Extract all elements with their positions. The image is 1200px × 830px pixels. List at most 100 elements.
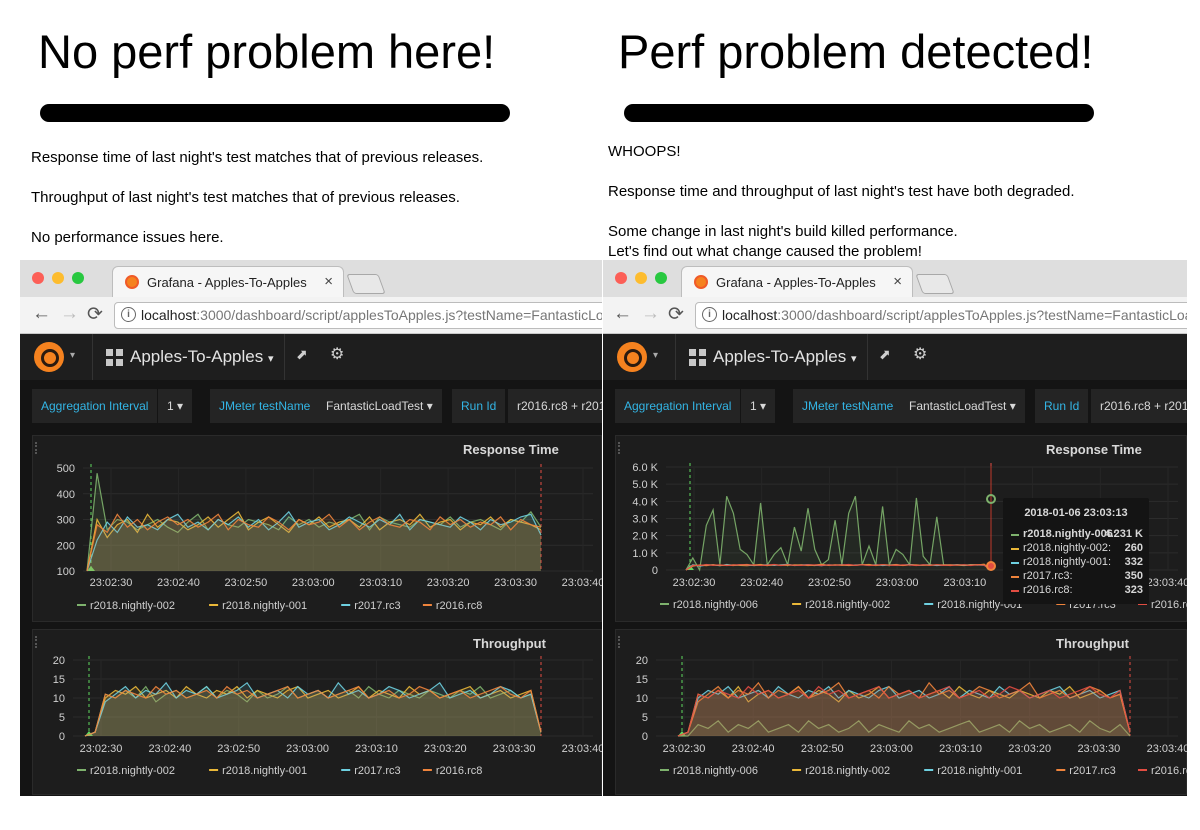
- tooltip-row: r2017.rc3: 350: [1011, 570, 1143, 584]
- y-tick-label: 3.0 K: [632, 514, 658, 526]
- navbar-divider: [92, 334, 93, 380]
- minimize-window-icon[interactable]: [52, 272, 64, 284]
- y-tick-label: 5.0 K: [632, 479, 658, 491]
- back-icon[interactable]: ←: [613, 303, 632, 325]
- back-icon[interactable]: ←: [32, 303, 51, 325]
- jmeter-testname-select[interactable]: FantasticLoadTest ▾: [900, 389, 1025, 423]
- throughput-panel: Throughput 20 15 10 5 0 23:02:30 23:02:40 23:02…: [615, 629, 1187, 795]
- x-tick-label: 23:02:50: [224, 577, 267, 589]
- dashboard-title[interactable]: Apples-To-Apples ▾: [130, 347, 274, 367]
- navbar-divider: [675, 334, 676, 380]
- browser-tab[interactable]: Grafana - Apples-To-Apples ×: [681, 266, 913, 298]
- info-icon[interactable]: i: [121, 307, 136, 322]
- legend-swatch: [341, 604, 351, 606]
- x-tick-label: 23:03:00: [286, 743, 329, 755]
- legend-item-label: r2017.rc3: [354, 600, 400, 612]
- dashboard-grid-icon[interactable]: [689, 349, 706, 366]
- browser-tab[interactable]: Grafana - Apples-To-Apples ×: [112, 266, 344, 298]
- maximize-window-icon[interactable]: [655, 272, 667, 284]
- legend-swatch: [660, 603, 669, 605]
- throughput-chart: 20 15 10 5 0 23:02:30 23:02:40 23:02:50 23:03:00…: [636, 655, 1187, 777]
- legend-item-label: r2018.nightly-002: [90, 765, 175, 777]
- legend-swatch: [1138, 769, 1147, 771]
- tooltip-time: 2018-01-06 23:03:13: [1024, 507, 1128, 519]
- forward-icon[interactable]: →: [641, 303, 660, 325]
- dashboard-title-text: Apples-To-Apples: [130, 347, 264, 366]
- left-browser-window: Grafana - Apples-To-Apples × ← → ⟳ i loc…: [20, 260, 602, 796]
- dashboard-grid-icon[interactable]: [106, 349, 123, 366]
- close-window-icon[interactable]: [615, 272, 627, 284]
- x-tick-label: 23:02:30: [90, 577, 133, 589]
- legend-item-label: r2016.rc8: [1151, 599, 1187, 611]
- hover-point-marker: [986, 561, 996, 571]
- x-tick-label: 23:03:00: [870, 743, 913, 755]
- close-window-icon[interactable]: [32, 272, 44, 284]
- x-tick-label: 23:02:30: [663, 743, 706, 755]
- gear-icon[interactable]: ⚙: [330, 344, 344, 364]
- minimize-window-icon[interactable]: [635, 272, 647, 284]
- tooltip-series-value: 350: [1124, 570, 1143, 582]
- aggregation-interval-select[interactable]: 1 ▾: [741, 389, 776, 423]
- url-field[interactable]: i localhost:3000/dashboard/script/apples…: [695, 302, 1187, 329]
- aggregation-interval-select[interactable]: 1 ▾: [158, 389, 193, 423]
- share-icon[interactable]: ⬈: [879, 346, 891, 363]
- legend-item-label: r2018.nightly-001: [937, 765, 1022, 777]
- gear-icon[interactable]: ⚙: [913, 344, 927, 364]
- dashboard-title[interactable]: Apples-To-Apples ▾: [713, 347, 857, 367]
- run-id-select[interactable]: r2016.rc8 + r2017: [1091, 389, 1187, 423]
- y-tick-label: 15: [53, 674, 65, 686]
- legend-swatch: [422, 769, 432, 771]
- info-icon[interactable]: i: [702, 307, 717, 322]
- x-tick-label: 23:03:30: [1077, 743, 1120, 755]
- jmeter-testname-select[interactable]: FantasticLoadTest ▾: [317, 389, 442, 423]
- response-time-chart: 500 400 300 200 100 23:02:30 23:02:40 23:02:50 2…: [57, 463, 602, 612]
- tooltip-series-name: r2016.rc8:: [1023, 584, 1073, 596]
- url-field[interactable]: i localhost:3000/dashboard/script/apples…: [114, 302, 602, 329]
- reload-icon[interactable]: ⟳: [668, 303, 684, 326]
- template-variables-row: Aggregation Interval 1 ▾ JMeter testName…: [615, 389, 1187, 423]
- run-id-select[interactable]: r2016.rc8 + r2017: [508, 389, 602, 423]
- maximize-window-icon[interactable]: [72, 272, 84, 284]
- title-caret-icon: ▾: [850, 353, 857, 365]
- legend-swatch: [1011, 590, 1019, 592]
- tab-close-icon[interactable]: ×: [324, 273, 333, 290]
- run-id-label: Run Id: [452, 389, 506, 423]
- x-tick-label: 23:03:00: [876, 577, 919, 589]
- grafana-logo-icon[interactable]: [617, 342, 647, 372]
- forward-icon[interactable]: →: [60, 303, 79, 325]
- throughput-chart: 20 15 10 5 0 23:02:30 23:02:40 23:02:50 23:03:00…: [53, 655, 602, 777]
- url-path: :3000/dashboard/script/applesToApples.js…: [196, 307, 602, 323]
- aggregation-interval-label: Aggregation Interval: [32, 389, 158, 423]
- hover-tooltip: 2018-01-06 23:03:13 r2018.nightly-006: 4.…: [1003, 498, 1149, 604]
- y-tick-label: 0: [59, 731, 65, 743]
- new-tab-button[interactable]: [915, 274, 955, 294]
- grafana-favicon-icon: [694, 275, 708, 289]
- y-tick-label: 10: [636, 693, 648, 705]
- url-text: localhost:3000/dashboard/script/applesTo…: [722, 307, 1187, 323]
- new-tab-button[interactable]: [346, 274, 386, 294]
- y-tick-label: 5: [642, 712, 648, 724]
- y-tick-label: 20: [636, 655, 648, 667]
- x-tick-label: 23:02:50: [801, 743, 844, 755]
- navbar-divider: [284, 334, 285, 380]
- grafana-logo-icon[interactable]: [34, 342, 64, 372]
- legend-swatch: [1056, 769, 1066, 771]
- tab-close-icon[interactable]: ×: [893, 273, 902, 290]
- y-tick-label: 10: [53, 693, 65, 705]
- legend-item-label: r2016.rc8: [436, 600, 482, 612]
- legend-swatch: [1011, 576, 1019, 578]
- right-note-1: WHOOPS!: [608, 143, 681, 160]
- jmeter-testname-label: JMeter testName: [793, 389, 903, 423]
- right-note-4: Let's find out what change caused the pr…: [608, 243, 922, 260]
- response-time-panel: Response Time 500 400 300 200 100 23:02:30 23:…: [32, 435, 602, 622]
- tooltip-row: r2018.nightly-001: 332: [1011, 556, 1143, 570]
- logo-caret-icon[interactable]: ▾: [653, 350, 658, 361]
- share-icon[interactable]: ⬈: [296, 346, 308, 363]
- reload-icon[interactable]: ⟳: [87, 303, 103, 326]
- logo-caret-icon[interactable]: ▾: [70, 350, 75, 361]
- y-tick-label: 0: [652, 565, 658, 577]
- x-tick-label: 23:03:40: [1147, 577, 1187, 589]
- y-tick-label: 500: [57, 463, 75, 475]
- tooltip-row: r2016.rc8: 323: [1011, 584, 1143, 598]
- x-tick-label: 23:03:20: [1008, 743, 1051, 755]
